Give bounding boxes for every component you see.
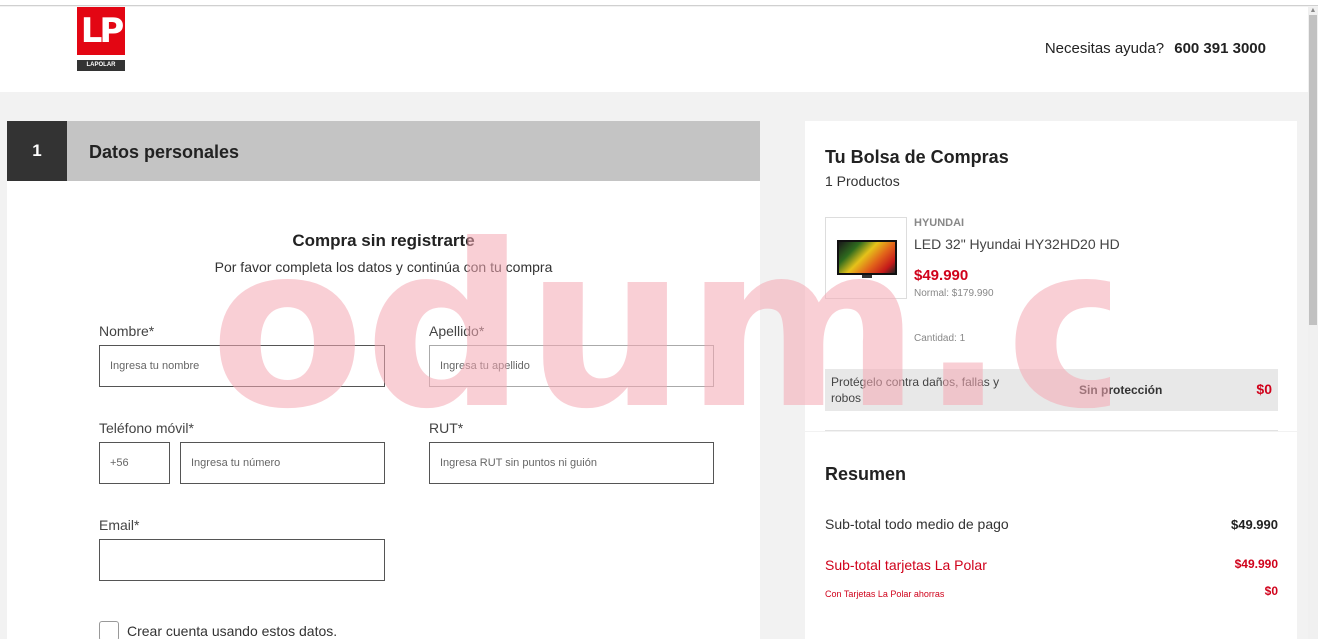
nombre-input[interactable]: Ingresa tu nombre [99,345,385,387]
bag-product-count: 1 Productos [825,173,900,189]
rut-input[interactable]: Ingresa RUT sin puntos ni guión [429,442,714,484]
step-number: 1 [7,121,67,181]
create-account-label[interactable]: Crear cuenta usando estos datos. [127,623,337,639]
logo-red-square: LP [77,7,125,55]
bag-title: Tu Bolsa de Compras [825,147,1009,167]
tv-stand [862,275,872,278]
scroll-up-arrow-icon[interactable]: ▲ [1309,7,1317,15]
telefono-prefix: +56 [99,442,170,484]
create-account-checkbox[interactable] [99,621,119,639]
help-contact: Necesitas ayuda? 600 391 3000 [1045,40,1266,57]
help-text: Necesitas ayuda? [1044,40,1165,57]
telefono-label: Teléfono móvil* [99,420,194,436]
savings-value: $0 [1264,584,1278,598]
subtotal-label: Sub-total todo medio de pago [825,516,1009,532]
scrollbar-thumb[interactable] [1309,15,1317,325]
tv-picture [837,240,897,275]
site-header: LP LAPOLAR Necesitas ayuda? 600 391 3000 [0,7,1308,92]
email-label: Email* [99,517,140,533]
subtotal-value: $49.990 [1231,517,1278,532]
product-quantity: Cantidad: 1 [914,333,966,344]
normal-price-label: Normal: [914,288,950,299]
card-subtotal-label: Sub-total tarjetas La Polar [825,557,987,573]
rut-label: RUT* [429,420,464,436]
guest-checkout-title: Compra sin registrarte [292,231,475,250]
shopping-bag-panel: Tu Bolsa de Compras 1 Productos HYUNDAI … [805,121,1297,431]
browser-top-edge [0,0,1318,6]
logo-letters: LP [80,11,125,51]
la-polar-logo[interactable]: LP LAPOLAR [77,7,125,71]
normal-price-value: $179.990 [951,288,994,299]
page-scrollbar[interactable]: ▲ [1308,7,1318,639]
product-brand: HYUNDAI [914,217,965,229]
telefono-input[interactable]: Ingresa tu número [180,442,385,484]
protection-row[interactable]: Protégelo contra daños, fallas y robos S… [825,369,1278,411]
protection-text: Protégelo contra daños, fallas y robos [831,375,1000,405]
summary-title: Resumen [825,464,907,484]
help-phone-link[interactable]: 600 391 3000 [1174,40,1266,57]
product-price: $49.990 [914,267,969,284]
step-header: 1 Datos personales [7,121,760,181]
savings-label: Con Tarjetas La Polar ahorras [825,589,945,599]
email-input[interactable] [99,539,385,581]
product-name[interactable]: LED 32" Hyundai HY32HD20 HD [914,236,1120,252]
checkout-form-panel: 1 Datos personales Compra sin registrart… [7,121,760,639]
protection-price: $0 [1256,381,1272,397]
product-normal-price: Normal: $179.990 [914,288,994,299]
protection-option[interactable]: Sin protección [1079,383,1162,397]
apellido-input[interactable]: Ingresa tu apellido [429,345,714,387]
nombre-label: Nombre* [99,323,155,339]
panel-divider [825,430,1278,431]
card-subtotal-value: $49.990 [1234,557,1278,571]
apellido-label: Apellido* [429,323,485,339]
order-summary-panel: Resumen Sub-total todo medio de pago $49… [805,432,1297,639]
step-title: Datos personales [89,142,240,162]
logo-brand-bar: LAPOLAR [77,60,125,71]
product-image[interactable] [825,217,907,299]
guest-checkout-subtitle: Por favor completa los datos y continúa … [214,259,553,275]
